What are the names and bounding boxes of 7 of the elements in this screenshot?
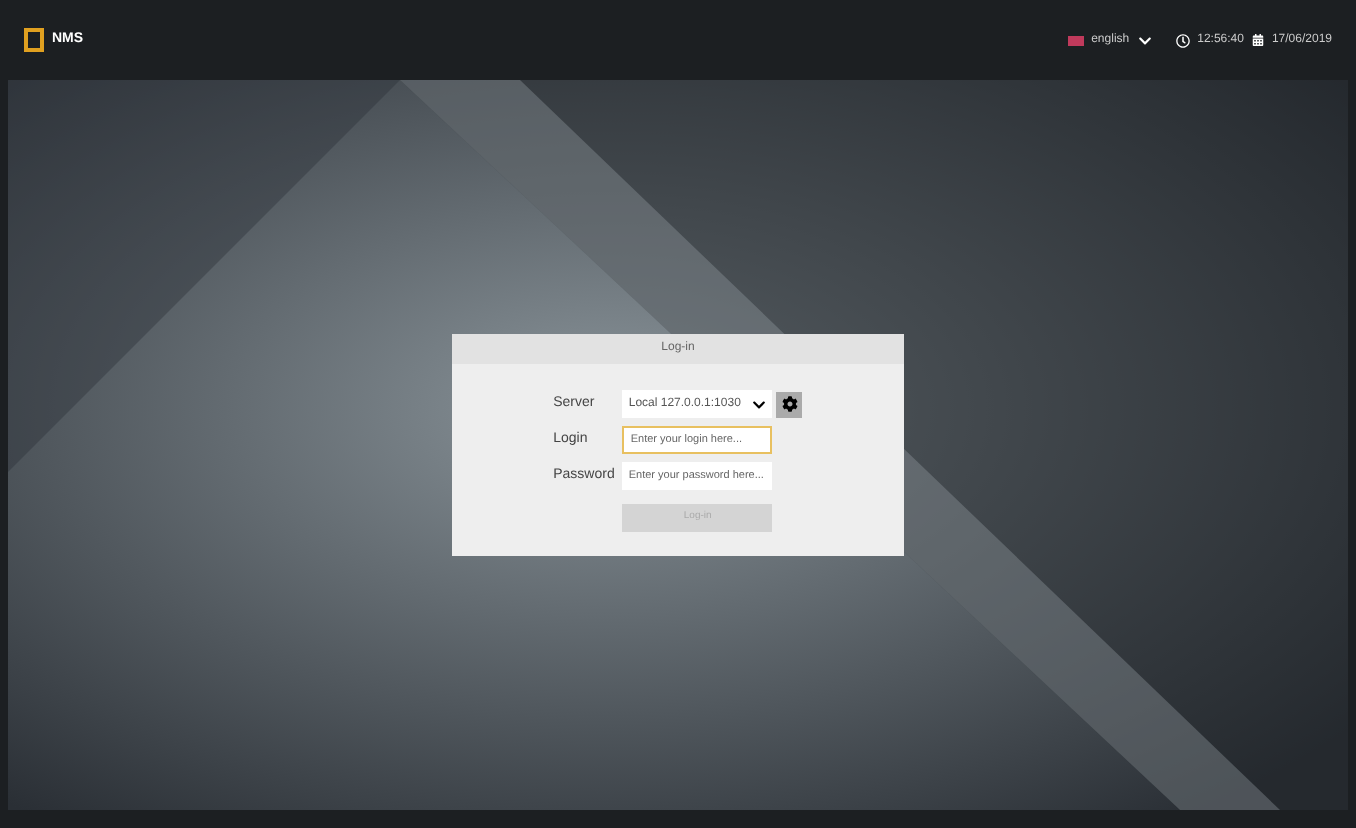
settings-button[interactable]	[776, 391, 803, 417]
logo-icon	[24, 28, 44, 52]
calendar-icon	[1251, 34, 1264, 46]
flag-icon	[1067, 35, 1084, 45]
chevron-icon	[752, 397, 767, 411]
chevron-icon	[1137, 33, 1152, 47]
clock-icon	[1175, 33, 1190, 47]
